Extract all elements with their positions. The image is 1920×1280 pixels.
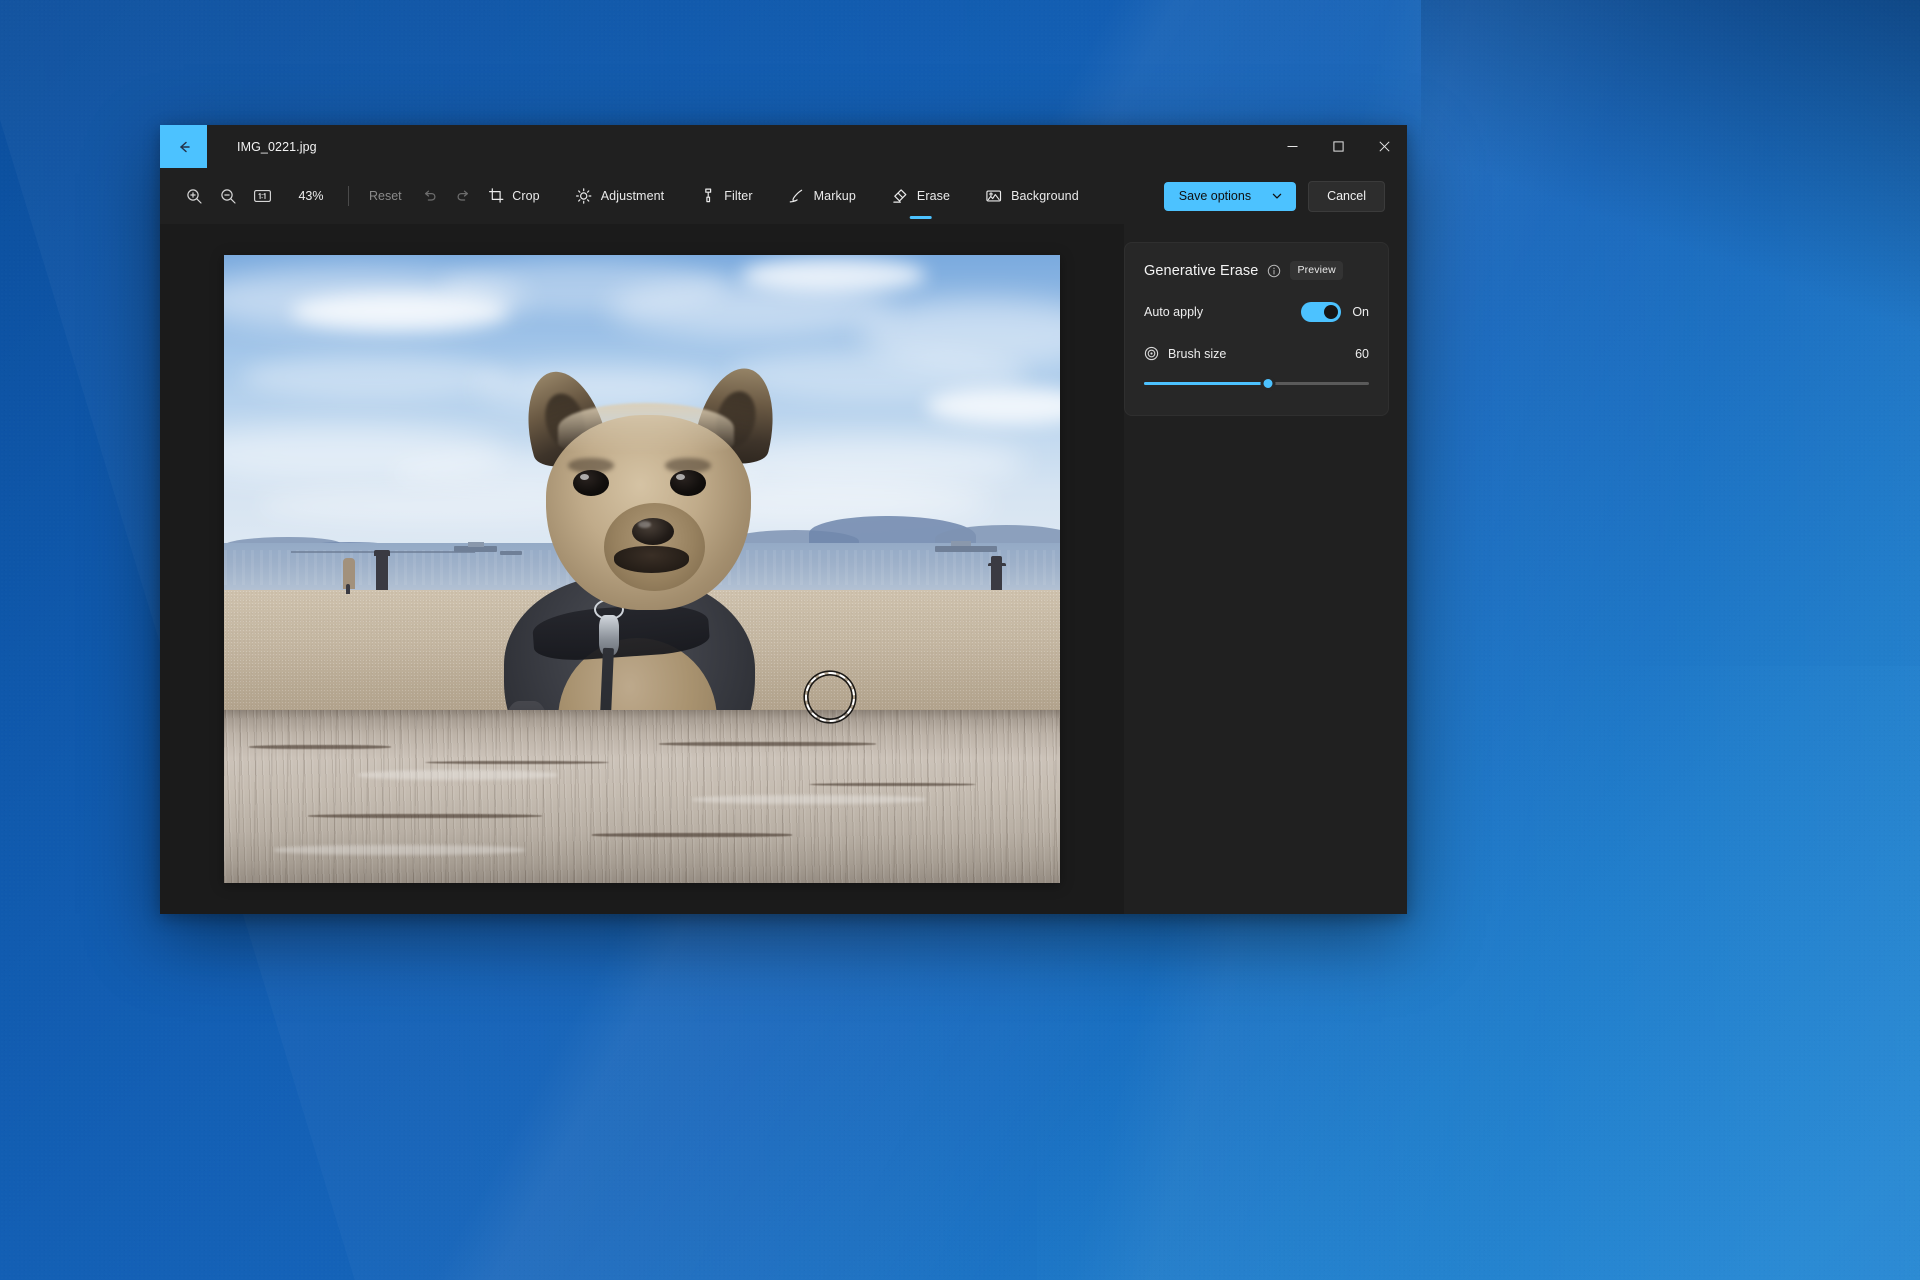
redo-icon xyxy=(457,190,469,201)
window-controls xyxy=(1269,125,1407,168)
toolbar-divider xyxy=(348,186,349,206)
generative-erase-panel: Generative Erase Preview Auto apply On B… xyxy=(1124,242,1389,416)
zoom-controls-group: 43% Reset xyxy=(178,180,480,212)
brush-size-slider[interactable] xyxy=(1144,373,1369,393)
editor-tabs: Crop Adjustment Filter Markup Erase Back… xyxy=(475,181,1092,219)
auto-apply-toggle[interactable] xyxy=(1301,302,1342,322)
tab-erase-label: Erase xyxy=(916,188,951,203)
auto-apply-toggle-wrap: On xyxy=(1301,302,1369,322)
zoom-level-label: 43% xyxy=(298,189,324,203)
actual-size-button[interactable] xyxy=(246,180,278,212)
editor-body: Generative Erase Preview Auto apply On B… xyxy=(160,224,1407,914)
beach-person-legs xyxy=(346,584,351,595)
beach-person-arms xyxy=(373,550,391,556)
photos-editor-window: IMG_0221.jpg 43% Reset Crop Adjustment F… xyxy=(160,125,1407,914)
preview-badge: Preview xyxy=(1290,261,1343,280)
tab-crop[interactable]: Crop xyxy=(475,181,553,211)
info-circle-icon xyxy=(1268,264,1281,277)
beach-person xyxy=(376,552,388,590)
panel-header: Generative Erase Preview xyxy=(1144,261,1369,280)
background-icon xyxy=(986,190,1002,201)
tab-markup-label: Markup xyxy=(813,188,856,203)
tab-crop-label: Crop xyxy=(512,188,540,203)
reset-button[interactable]: Reset xyxy=(359,183,412,209)
tab-background-label: Background xyxy=(1011,188,1079,203)
ship-superstructure xyxy=(468,541,484,547)
tab-adjustment-label: Adjustment xyxy=(600,188,665,203)
photo-image[interactable] xyxy=(224,255,1060,883)
log-crack xyxy=(249,744,392,750)
driftwood-grain-texture xyxy=(224,710,1060,883)
brush-size-row: Brush size 60 xyxy=(1144,346,1369,361)
tab-adjustment[interactable]: Adjustment xyxy=(563,181,678,212)
right-rail: Generative Erase Preview Auto apply On B… xyxy=(1124,224,1407,914)
minimize-button[interactable] xyxy=(1269,125,1315,168)
brush-size-label: Brush size xyxy=(1168,346,1227,361)
toggle-knob xyxy=(1324,305,1339,319)
brush-size-value: 60 xyxy=(1355,346,1369,361)
slider-thumb[interactable] xyxy=(1260,375,1276,391)
beach-person xyxy=(991,555,1003,591)
toolbar-actions: Save options Cancel xyxy=(1163,180,1385,212)
close-icon xyxy=(1378,141,1390,152)
auto-apply-label: Auto apply xyxy=(1144,305,1204,319)
log-highlight xyxy=(692,795,927,804)
tab-background[interactable]: Background xyxy=(973,181,1092,212)
log-crack xyxy=(658,741,877,747)
brush-size-icon xyxy=(1144,346,1159,361)
tab-erase-active-indicator xyxy=(909,215,932,219)
brightness-icon xyxy=(576,187,592,204)
tab-erase[interactable]: Erase xyxy=(879,181,963,219)
pen-icon xyxy=(789,189,803,202)
zoom-in-icon xyxy=(186,188,202,204)
ship xyxy=(934,545,998,553)
cloud xyxy=(474,368,726,406)
panel-title: Generative Erase xyxy=(1144,262,1259,279)
dog-nose-highlight xyxy=(637,520,652,528)
auto-apply-row: Auto apply On xyxy=(1144,302,1369,322)
back-button[interactable] xyxy=(160,125,207,168)
cloud xyxy=(742,258,927,293)
image-canvas-area[interactable] xyxy=(160,224,1124,914)
title-bar: IMG_0221.jpg xyxy=(160,125,1407,168)
chevron-down-icon xyxy=(1272,193,1282,199)
maximize-icon xyxy=(1332,141,1344,152)
undo-icon xyxy=(425,190,436,201)
eraser-icon xyxy=(893,188,907,203)
tab-filter[interactable]: Filter xyxy=(687,181,765,211)
save-options-label: Save options xyxy=(1178,188,1252,203)
zoom-out-icon xyxy=(220,188,236,204)
dog-mouth xyxy=(613,546,689,573)
editor-toolbar: 43% Reset Crop Adjustment Filter Markup … xyxy=(160,168,1407,224)
tab-markup[interactable]: Markup xyxy=(776,181,869,212)
ship-superstructure xyxy=(951,540,972,547)
one-to-one-icon xyxy=(253,190,271,202)
log-highlight xyxy=(357,769,559,780)
slider-fill xyxy=(1144,381,1268,385)
back-arrow-icon xyxy=(179,141,190,152)
auto-apply-state-label: On xyxy=(1352,305,1369,319)
minimize-icon xyxy=(1287,146,1297,147)
info-icon[interactable] xyxy=(1267,264,1281,278)
filter-icon xyxy=(704,188,711,203)
maximize-button[interactable] xyxy=(1315,125,1361,168)
log-highlight xyxy=(274,845,525,855)
log-crack xyxy=(591,832,793,837)
close-button[interactable] xyxy=(1361,125,1407,168)
ship xyxy=(499,551,522,556)
dog-head-fur xyxy=(558,402,734,453)
cancel-button[interactable]: Cancel xyxy=(1308,180,1385,212)
tab-filter-label: Filter xyxy=(724,188,753,203)
zoom-out-button[interactable] xyxy=(212,180,244,212)
save-options-button[interactable]: Save options xyxy=(1163,181,1297,211)
dog-eye-right xyxy=(669,470,706,497)
ship xyxy=(453,546,498,553)
beach-person-arms xyxy=(988,562,1007,567)
zoom-in-button[interactable] xyxy=(178,180,210,212)
undo-button[interactable] xyxy=(414,180,446,212)
brush-size-left: Brush size xyxy=(1144,346,1226,361)
crop-icon xyxy=(488,188,503,203)
file-name-label: IMG_0221.jpg xyxy=(237,139,317,154)
